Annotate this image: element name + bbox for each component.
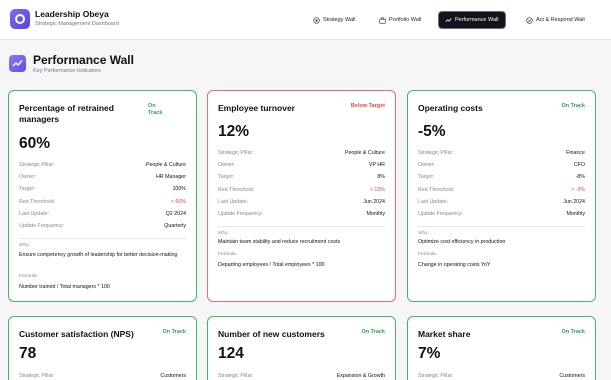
kpi-card-customer-satisfaction[interactable]: Customer satisfaction (NPS) On Track 78 … (8, 316, 197, 380)
kpi-row-frequency: Update Frequency: Quarterly (19, 223, 186, 230)
kpi-title: Number of new customers (218, 329, 325, 339)
kpi-row-frequency: Update Frequency: Monthly (418, 211, 585, 218)
kpi-row-last-update: Last Update: Jun 2024 (418, 198, 585, 205)
kpi-title: Percentage of retrained managers (19, 103, 114, 124)
nav-act-respond-wall[interactable]: Act & Respond Wall (520, 11, 591, 29)
kpi-card-new-customers[interactable]: Number of new customers On Track 124 Str… (207, 316, 396, 380)
kpi-row-frequency: Update Frequency: Monthly (218, 211, 385, 218)
kpi-title: Market share (418, 329, 471, 339)
status-badge: On Track (148, 103, 163, 116)
status-badge: Below Target (350, 103, 385, 109)
page-subtitle: Key Performance Indicators (33, 68, 101, 74)
kpi-value: -5% (418, 123, 446, 140)
nav-label: Act & Respond Wall (536, 17, 585, 23)
why-label: Why: (19, 243, 30, 248)
app-title: Leadership Obeya (35, 9, 109, 19)
circle-check-icon (526, 16, 533, 24)
kpi-row-pillar: Strategic Pillar: Customers (418, 373, 585, 380)
trend-up-icon (445, 17, 452, 22)
kpi-title: Operating costs (418, 103, 483, 113)
kpi-value: 60% (19, 135, 51, 152)
why-text: Ensure competency growth of leadership f… (19, 252, 178, 258)
page-title: Performance Wall (33, 53, 134, 67)
status-badge: On Track (361, 329, 385, 335)
nav-label: Strategy Wall (323, 17, 356, 23)
target-icon (313, 16, 320, 24)
kpi-row-last-update: Last Update: Q2 2024 (19, 210, 186, 217)
status-badge: On Track (162, 329, 186, 335)
kpi-row-target: Target: -8% (418, 174, 585, 181)
kpi-title: Customer satisfaction (NPS) (19, 329, 134, 339)
kpi-card-retrained-managers[interactable]: Percentage of retrained managers On Trac… (8, 90, 197, 302)
kpi-value: 78 (19, 345, 37, 362)
kpi-row-pillar: Strategic Pillar: People & Culture (218, 150, 385, 157)
kpi-row-target: Target: 100% (19, 186, 186, 193)
kpi-row-pillar: Strategic Pillar: People & Culture (19, 162, 186, 169)
formula-text: Number trained / Total managers * 100 (19, 284, 110, 290)
top-bar: Leadership Obeya Strategic Management Da… (0, 0, 611, 40)
formula-label: Formula: (418, 252, 437, 257)
kpi-row-threshold: Red Threshold: > -3% (418, 186, 585, 193)
trend-up-icon (9, 55, 26, 72)
kpi-row-owner: Owner: VP HR (218, 162, 385, 169)
kpi-card-market-share[interactable]: Market share On Track 7% Strategic Pilla… (407, 316, 596, 380)
why-label: Why: (218, 231, 229, 236)
nav-label: Performance Wall (455, 17, 499, 23)
kpi-card-employee-turnover[interactable]: Employee turnover Below Target 12% Strat… (207, 90, 396, 302)
why-label: Why: (418, 231, 429, 236)
status-badge: On Track (561, 329, 585, 335)
formula-label: Formula: (19, 274, 38, 279)
divider (218, 226, 385, 227)
kpi-row-pillar: Strategic Pillar: Finance (418, 150, 585, 157)
kpi-card-operating-costs[interactable]: Operating costs On Track -5% Strategic P… (407, 90, 596, 302)
nav-portfolio-wall[interactable]: Portfolio Wall (373, 11, 427, 29)
why-text: Maintain team stability and reduce recru… (218, 239, 341, 245)
status-badge: On Track (561, 103, 585, 109)
app-logo-icon (10, 9, 30, 29)
kpi-title: Employee turnover (218, 103, 295, 113)
kpi-value: 124 (218, 345, 244, 362)
kpi-value: 12% (218, 123, 250, 140)
nav-label: Portfolio Wall (389, 17, 422, 23)
kpi-row-threshold: Red Threshold: > 15% (218, 186, 385, 193)
kpi-row-pillar: Strategic Pillar: Expansion & Growth (218, 373, 385, 380)
app-subtitle: Strategic Management Dashboard (35, 21, 119, 27)
kpi-row-owner: Owner: CFO (418, 162, 585, 169)
kpi-row-threshold: Red Threshold: < 60% (19, 198, 186, 205)
briefcase-icon (379, 17, 386, 24)
kpi-row-target: Target: 8% (218, 174, 385, 181)
kpi-value: 7% (418, 345, 441, 362)
nav-strategy-wall[interactable]: Strategy Wall (307, 11, 362, 29)
formula-label: Formula: (218, 252, 237, 257)
nav-performance-wall[interactable]: Performance Wall (438, 11, 506, 29)
formula-text: Departing employees / Total employees * … (218, 262, 325, 268)
why-text: Optimize cost efficiency in production (418, 239, 506, 245)
kpi-row-last-update: Last Update: Jun 2024 (218, 198, 385, 205)
kpi-row-owner: Owner: HR Manager (19, 174, 186, 181)
divider (418, 226, 585, 227)
formula-text: Change in operating costs YoY (418, 262, 491, 268)
divider (19, 238, 186, 239)
kpi-row-pillar: Strategic Pillar: Customers (19, 373, 186, 380)
